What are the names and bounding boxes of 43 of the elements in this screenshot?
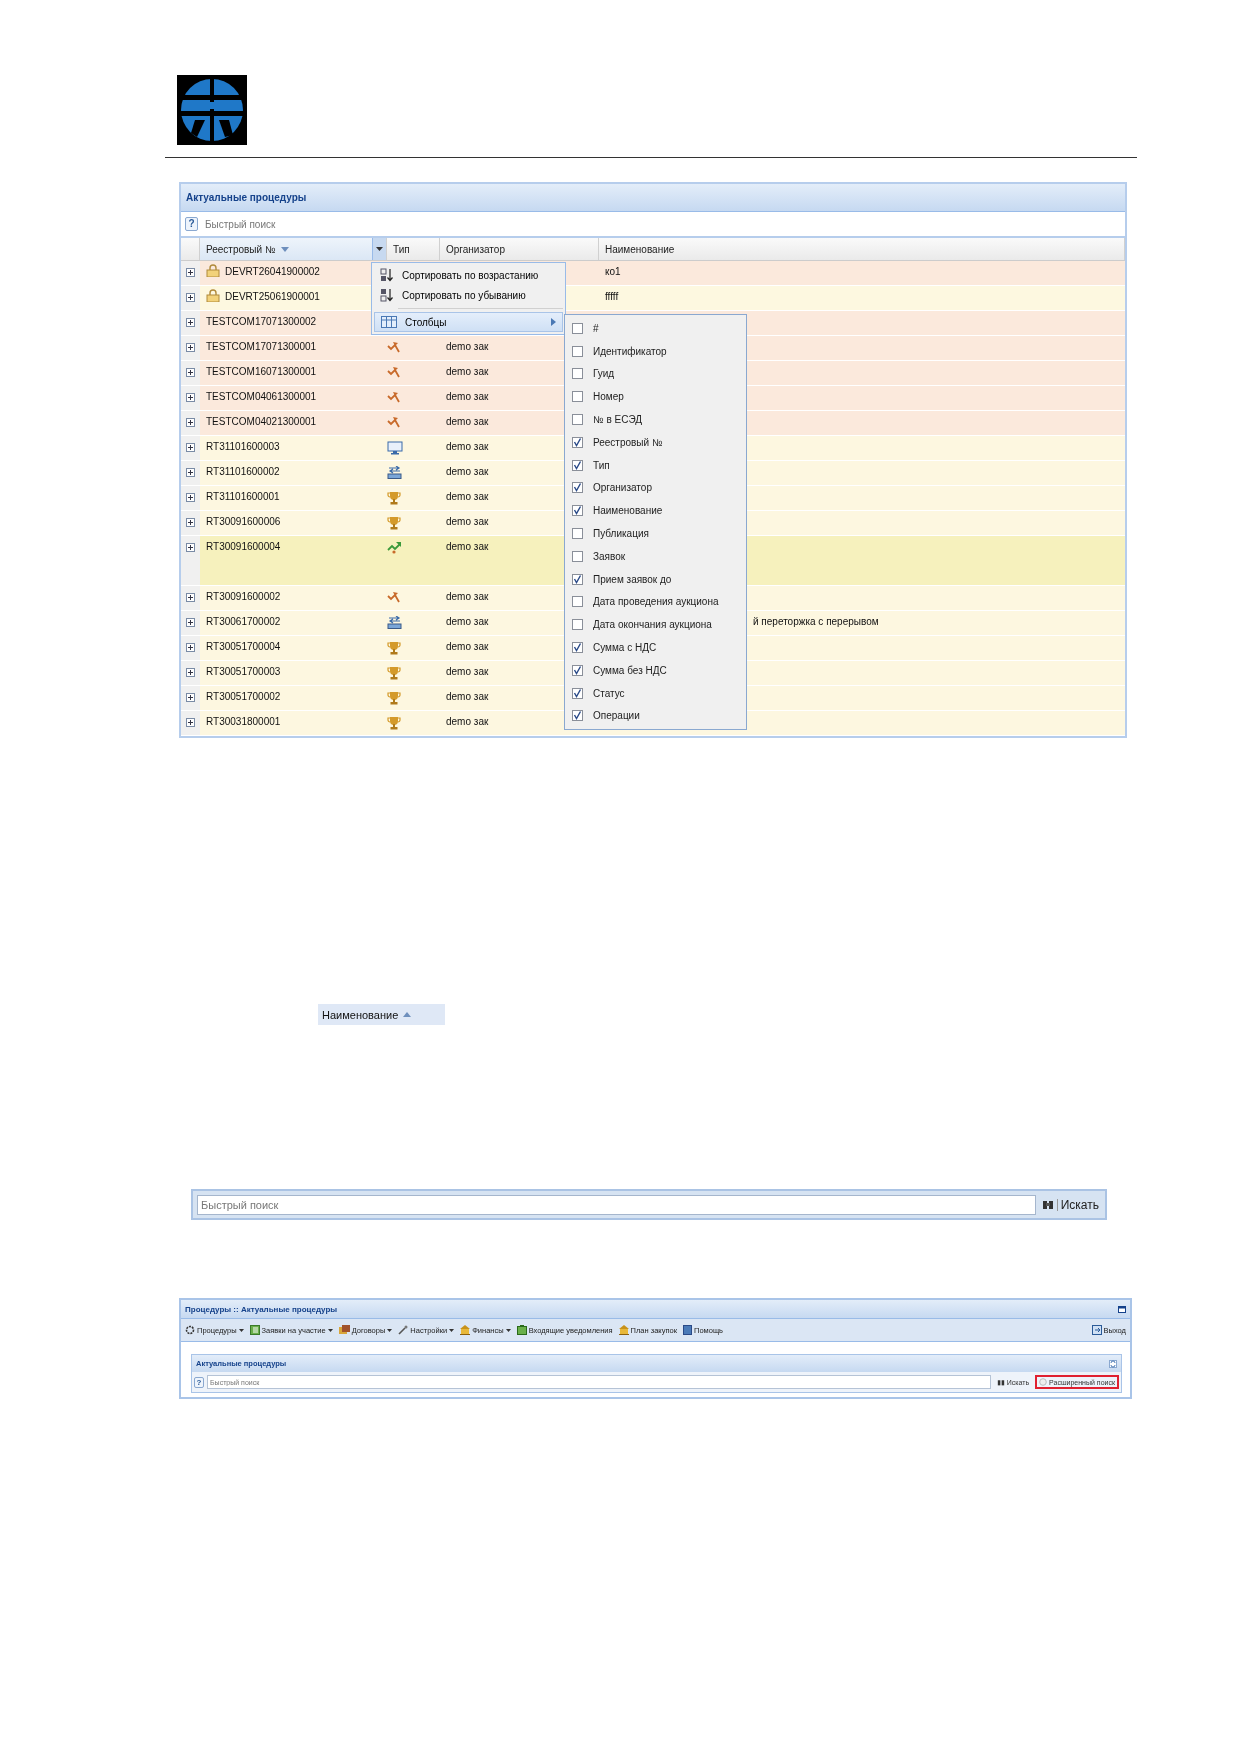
panel-title: Актуальные процедуры <box>181 184 1125 212</box>
table-cell: DEVRT26041900002 <box>225 266 320 277</box>
table-cell: TESTCOM16071300001 <box>206 366 317 377</box>
table-cell: demo зак <box>446 716 489 727</box>
table-cell: RT30091600006 <box>206 516 281 527</box>
table-cell: fffff <box>605 291 619 302</box>
table-cell: RT30091600002 <box>206 591 281 602</box>
window-title: Процедуры :: Актуальные процедуры <box>185 1304 338 1314</box>
table-cell: ко1 <box>605 266 621 277</box>
table-cell: RT31101600003 <box>206 441 280 452</box>
table-cell: RT30051700004 <box>206 641 281 652</box>
table-cell: TESTCOM17071300001 <box>206 341 317 352</box>
table-cell: demo зак <box>446 341 489 352</box>
table-cell: demo зак <box>446 641 489 652</box>
table-cell: demo зак <box>446 691 489 702</box>
table-cell: TESTCOM04021300001 <box>206 416 317 427</box>
table-cell: demo зак <box>446 616 489 627</box>
table-cell: DEVRT25061900001 <box>225 291 320 302</box>
table-cell: RT30031800001 <box>206 716 281 727</box>
table-cell: RT31101600002 <box>206 466 280 477</box>
table-cell: demo зак <box>446 466 489 477</box>
table-cell: demo зак <box>446 441 489 452</box>
table-cell: RT31101600001 <box>206 491 280 502</box>
table-cell: demo зак <box>446 516 489 527</box>
column-header-label: Реестровый № <box>206 243 276 255</box>
table-cell: demo зак <box>446 391 489 402</box>
table-cell: RT30091600004 <box>206 541 281 552</box>
table-cell: demo зак <box>446 541 489 552</box>
table-cell: RT30051700003 <box>206 666 281 677</box>
table-cell: RT30051700002 <box>206 691 281 702</box>
table-cell: demo зак <box>446 366 489 377</box>
table-cell: TESTCOM04061300001 <box>206 391 317 402</box>
column-header-label: Тип <box>393 243 410 255</box>
table-cell: demo зак <box>446 591 489 602</box>
table-cell: demo зак <box>446 491 489 502</box>
table-cell: demo зак <box>446 666 489 677</box>
table-cell: demo зак <box>446 416 489 427</box>
column-header-label: Организатор <box>446 243 505 255</box>
table-cell: RT30061700002 <box>206 616 281 627</box>
table-cell: й переторжка с перерывом <box>753 616 879 627</box>
table-cell: TESTCOM17071300002 <box>206 316 317 327</box>
column-header-label: Наименование <box>605 243 675 255</box>
column-header-label: Наименование <box>322 1008 399 1021</box>
